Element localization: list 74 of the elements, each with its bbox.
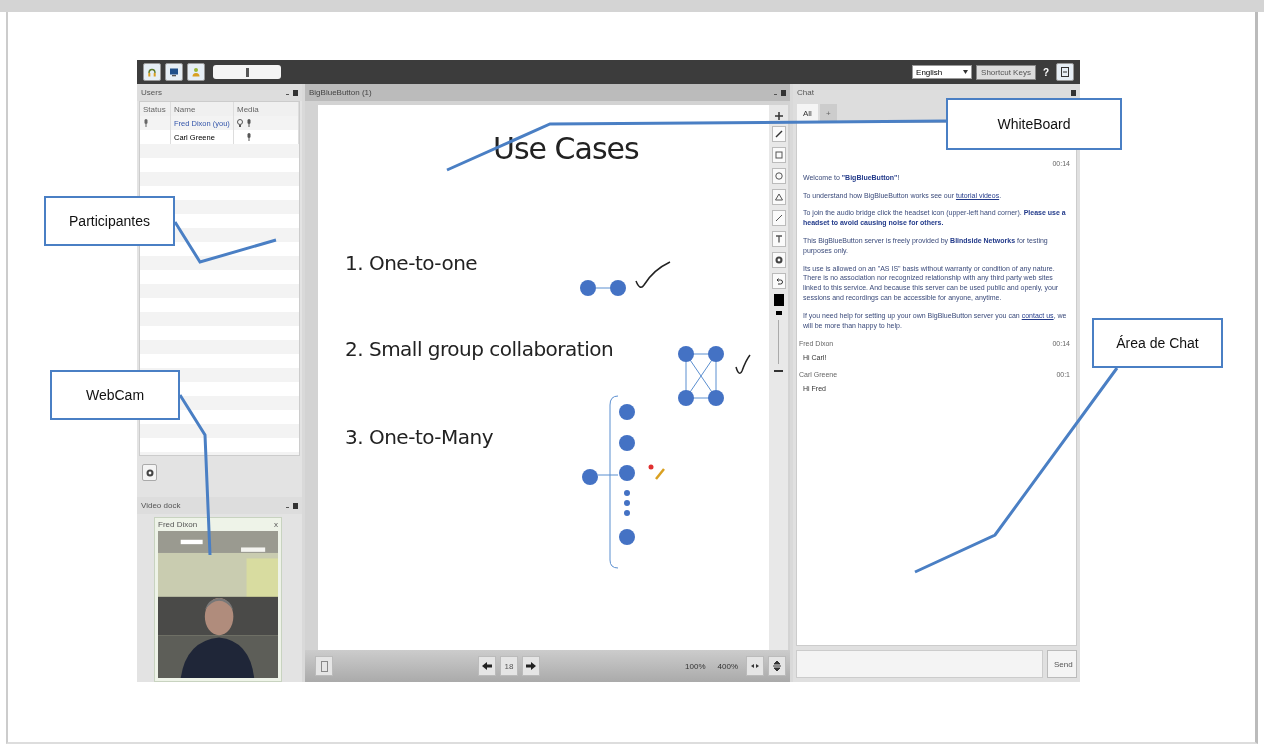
column-header[interactable]: Media [234,102,299,116]
thickness-slider-icon[interactable] [774,320,783,372]
line-icon [773,213,784,223]
right-arrow-icon [526,662,537,670]
headset-button[interactable] [143,63,161,81]
column-header[interactable]: Name [171,102,234,116]
fit-page-button[interactable] [768,656,786,676]
headset-icon [147,66,157,78]
shortcut-keys-button[interactable]: Shortcut Keys [976,64,1036,80]
slider-thumb[interactable] [245,68,249,77]
window-controls-icon[interactable] [286,502,298,509]
check-icon [635,261,671,288]
horizontal-arrows-icon [751,664,759,668]
send-button[interactable]: Send [1047,650,1077,678]
thickness-icon[interactable] [775,311,782,315]
text-tool-icon [773,234,784,244]
previous-slide-button[interactable] [478,656,497,676]
fit-width-button[interactable] [746,656,764,676]
zoom-label: 100% [685,661,706,671]
slide-list-item: 3. One-to-Many [345,425,494,449]
circle-icon [773,171,784,181]
triangle-icon [773,192,784,202]
callout-label: WhiteBoard [946,98,1122,150]
window-controls-icon[interactable] [286,89,298,96]
panel-title: Chat [797,88,814,97]
webcam-button[interactable] [165,63,183,81]
monitor-icon [169,67,179,77]
callout-label: WebCam [50,370,180,420]
slide-list-item: 1. One-to-one [345,251,478,275]
panel-title: Video dock [141,501,181,510]
color-swatch-icon[interactable] [773,294,784,306]
message-input[interactable] [796,650,1043,678]
tool-button[interactable] [771,126,786,142]
slide-list-item: 2. Small group collaboration [345,337,614,361]
column-header[interactable]: Status [140,102,171,116]
video-title: Fred Dixon [158,520,198,529]
language-dropdown[interactable]: English [912,65,973,79]
microphone-icon [247,133,251,141]
next-slide-button[interactable] [522,656,541,676]
pencil-cursor-icon [648,464,665,480]
move-arrows-icon [773,661,781,671]
callout-label: Participantes [44,196,175,246]
close-button[interactable]: x [274,520,278,529]
pencil-icon [773,129,784,139]
settings-icon [773,255,784,265]
settings-icon [144,467,155,478]
tool-button[interactable] [771,210,786,226]
check-icon [735,354,751,374]
settings-button[interactable] [142,464,157,481]
rectangle-icon [773,150,784,160]
upload-button[interactable] [315,656,333,676]
document-icon [320,660,328,672]
caret-icon [963,70,969,74]
logout-button[interactable] [1056,63,1074,81]
window-controls-icon[interactable] [774,89,786,96]
one-to-one-drawing [580,280,626,296]
group-network-drawing [678,346,724,406]
tool-button[interactable] [771,252,786,268]
page-number[interactable]: 18 [500,656,519,676]
pan-icon[interactable] [773,111,784,121]
maximize-icon[interactable] [1071,89,1076,96]
panel-title: BigBlueButton (1) [309,88,372,97]
callout-label: Área de Chat [1092,318,1223,368]
tool-button[interactable] [771,273,786,289]
slide-title: Use Cases [493,131,639,166]
microphone-icon [247,119,251,127]
help-button[interactable]: ? [1039,66,1052,78]
left-arrow-icon [482,662,493,670]
chat-tab[interactable]: All [797,104,818,122]
volume-slider[interactable] [213,65,281,79]
panel-title: Users [141,88,162,97]
person-icon [191,67,201,77]
zoom-label: 400% [717,661,738,671]
exit-icon [1061,67,1069,77]
